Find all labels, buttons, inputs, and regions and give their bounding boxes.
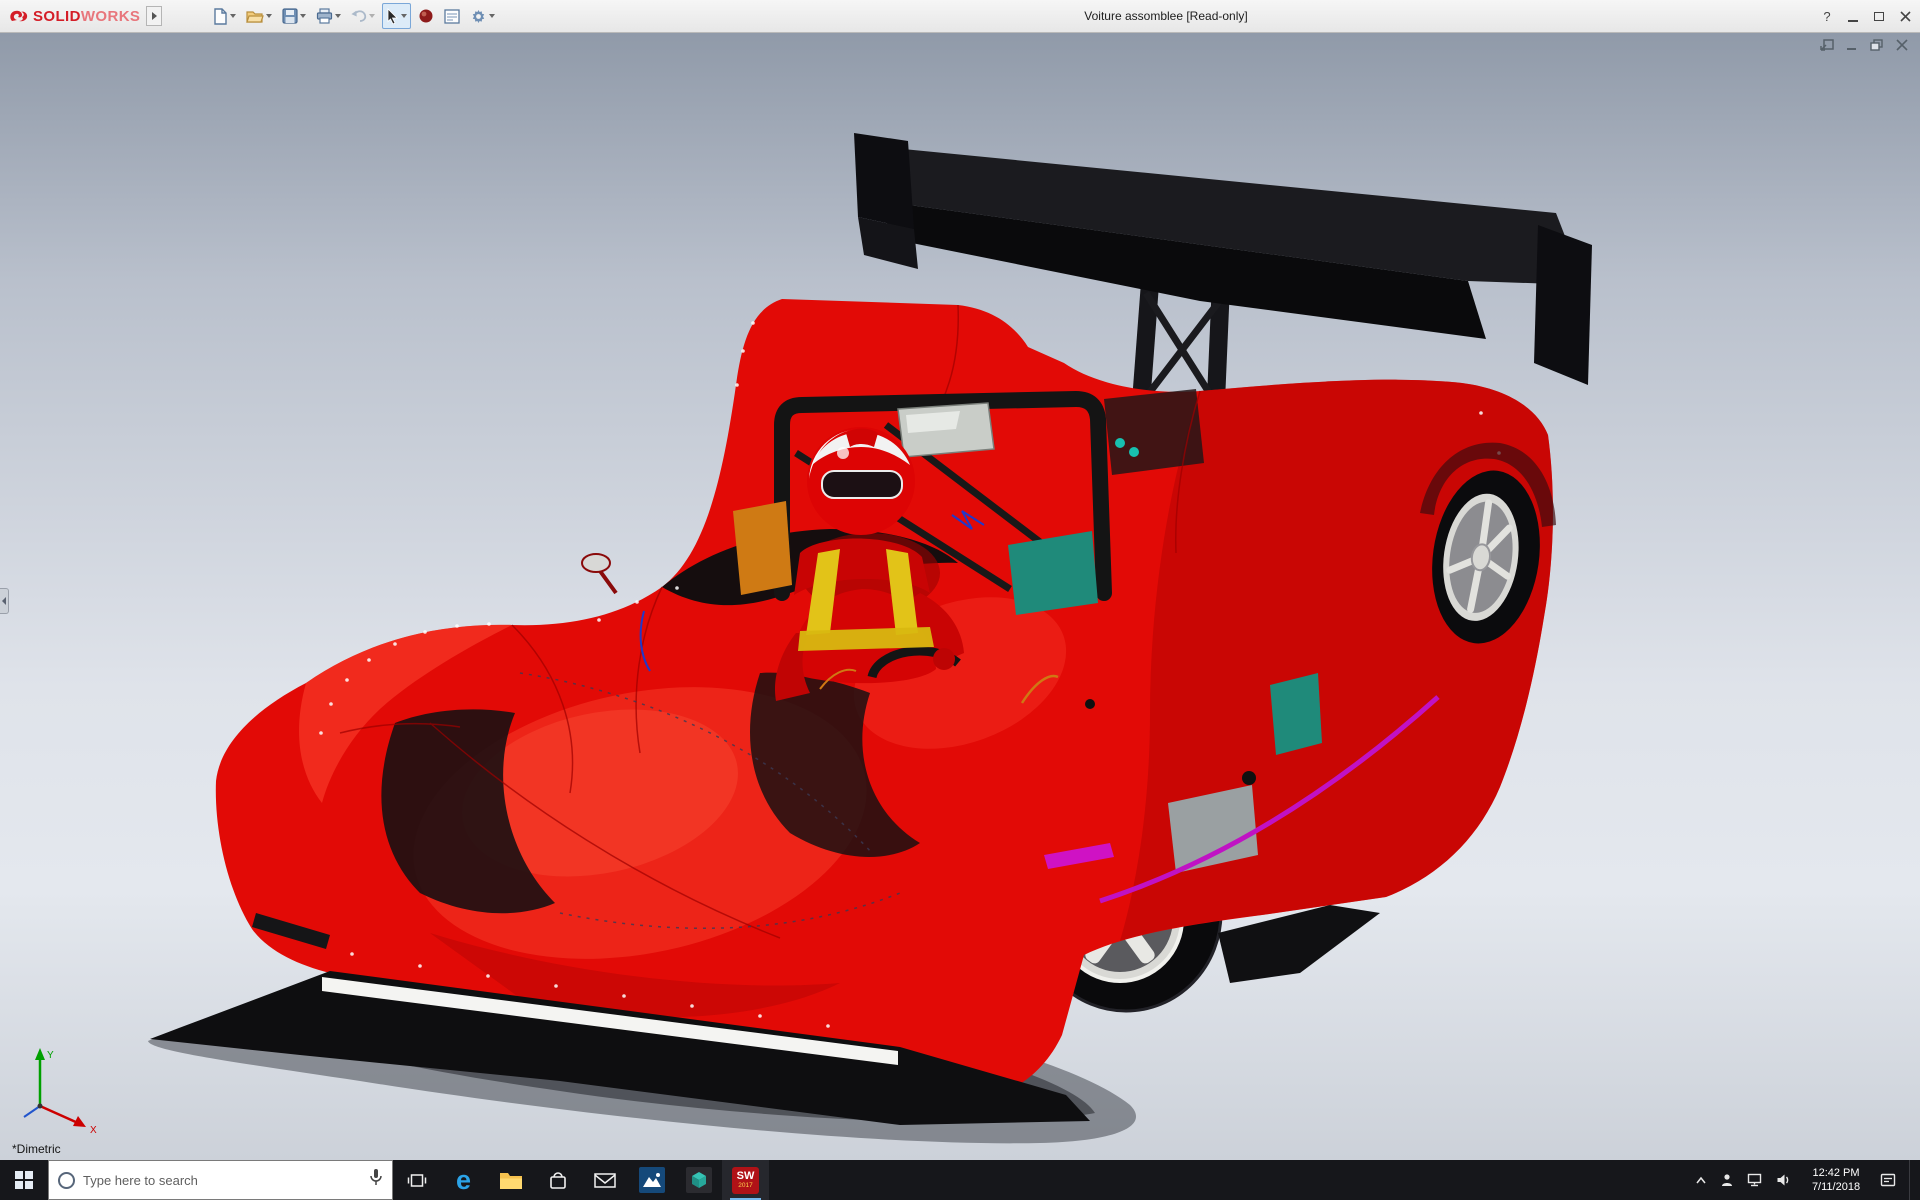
mail-button[interactable] <box>581 1160 628 1200</box>
solidworks-logo: SOLIDWORKS <box>8 7 140 25</box>
screen: SOLIDWORKS Voiture assomblee [Read-only]… <box>0 0 1920 1200</box>
microphone-icon[interactable] <box>369 1168 383 1192</box>
show-desktop-button[interactable] <box>1909 1160 1914 1200</box>
close-button[interactable] <box>1892 4 1918 30</box>
network-icon[interactable] <box>1747 1173 1763 1187</box>
appearance-sphere-icon <box>419 9 433 23</box>
panel-collapse-tab[interactable] <box>0 588 9 614</box>
viewport-canvas[interactable]: Y X *Dimetric <box>0 33 1920 1160</box>
appearance-button[interactable] <box>415 3 437 29</box>
options-button[interactable] <box>467 3 498 29</box>
window-title: Voiture assomblee [Read-only] <box>1084 9 1248 23</box>
new-document-icon <box>214 7 228 25</box>
store-button[interactable] <box>534 1160 581 1200</box>
document-window-controls <box>1819 38 1910 52</box>
restore-window-icon[interactable] <box>1869 38 1885 52</box>
chevron-left-icon <box>2 597 6 605</box>
triad-x-label: X <box>90 1125 97 1136</box>
select-cursor-icon <box>387 8 399 24</box>
dock-window-icon[interactable] <box>1819 38 1835 52</box>
people-icon[interactable] <box>1720 1173 1734 1187</box>
drawing-sheet-button[interactable] <box>441 3 463 29</box>
solidworks-app-icon: SW 2017 <box>732 1166 759 1194</box>
chevron-down-icon <box>300 14 307 18</box>
mail-envelope-icon <box>593 1172 616 1188</box>
windows-logo-icon <box>15 1171 33 1189</box>
start-button[interactable] <box>0 1160 48 1200</box>
taskbar-search[interactable] <box>48 1160 393 1200</box>
clock-time: 12:42 PM <box>1812 1166 1860 1179</box>
file-explorer-icon <box>499 1173 522 1189</box>
titlebar: SOLIDWORKS Voiture assomblee [Read-only]… <box>0 0 1920 33</box>
maximize-button[interactable] <box>1866 4 1892 30</box>
viewer-app-button[interactable] <box>675 1160 722 1200</box>
helmet-visor <box>821 470 903 499</box>
taskbar-clock[interactable]: 12:42 PM 7/11/2018 <box>1805 1166 1867 1195</box>
volume-icon[interactable] <box>1776 1173 1792 1187</box>
chevron-down-icon <box>266 14 273 18</box>
flyout-arrow-icon <box>151 12 157 20</box>
minimize-icon <box>1848 19 1858 22</box>
3d-model-race-car[interactable] <box>0 33 1920 1160</box>
logo-text-works: WORKS <box>80 7 141 25</box>
quick-access-toolbar <box>210 3 498 29</box>
logo-text-solid: SOLID <box>33 7 81 25</box>
orientation-triad[interactable]: Y X <box>14 1040 106 1136</box>
chevron-down-icon <box>335 14 342 18</box>
action-center-icon[interactable] <box>1880 1173 1896 1188</box>
photos-button[interactable] <box>628 1160 675 1200</box>
drawing-sheet-icon <box>444 8 460 24</box>
system-tray: 12:42 PM 7/11/2018 <box>1695 1160 1920 1200</box>
minimize-button[interactable] <box>1840 4 1866 30</box>
cortana-icon <box>58 1171 75 1189</box>
taskbar: e SW 2017 <box>0 1160 1920 1200</box>
undo-arrow-icon <box>351 10 367 22</box>
close-window-icon[interactable] <box>1894 38 1910 52</box>
edge-button[interactable]: e <box>440 1160 487 1200</box>
task-view-icon <box>407 1173 426 1187</box>
maximize-icon <box>1874 12 1884 21</box>
chevron-down-icon <box>489 14 496 18</box>
chevron-down-icon <box>401 14 408 18</box>
save-button[interactable] <box>279 3 309 29</box>
file-explorer-button[interactable] <box>487 1160 534 1200</box>
task-view-button[interactable] <box>393 1160 440 1200</box>
tray-expand-icon[interactable] <box>1695 1175 1707 1185</box>
open-folder-icon <box>246 10 265 23</box>
triad-y-label: Y <box>47 1050 54 1061</box>
edge-icon: e <box>455 1164 472 1195</box>
photos-icon <box>638 1167 665 1193</box>
view-orientation-label: *Dimetric <box>12 1142 61 1156</box>
open-document-button[interactable] <box>243 3 275 29</box>
car-body <box>150 299 1553 1125</box>
help-button[interactable]: ? <box>1814 4 1840 30</box>
printer-icon <box>317 8 333 24</box>
undo-button[interactable] <box>348 3 378 29</box>
select-tool-button[interactable] <box>382 3 412 29</box>
cube-app-icon <box>685 1167 712 1193</box>
search-input[interactable] <box>83 1172 333 1188</box>
save-floppy-icon <box>282 8 298 24</box>
new-document-button[interactable] <box>210 3 239 29</box>
store-bag-icon <box>549 1172 566 1189</box>
gear-icon <box>473 9 485 23</box>
window-controls: ? <box>1814 0 1918 33</box>
print-button[interactable] <box>313 3 344 29</box>
close-icon <box>1899 11 1911 22</box>
solidworks-taskbar-button[interactable]: SW 2017 <box>722 1160 769 1200</box>
ds-swirl-icon <box>10 10 28 22</box>
toolbar-flyout-button[interactable] <box>146 6 163 26</box>
clock-date: 7/11/2018 <box>1811 1181 1861 1193</box>
minimize-window-icon[interactable] <box>1844 38 1860 52</box>
side-mirror <box>581 553 611 573</box>
chevron-down-icon <box>369 14 376 18</box>
chevron-down-icon <box>230 14 237 18</box>
